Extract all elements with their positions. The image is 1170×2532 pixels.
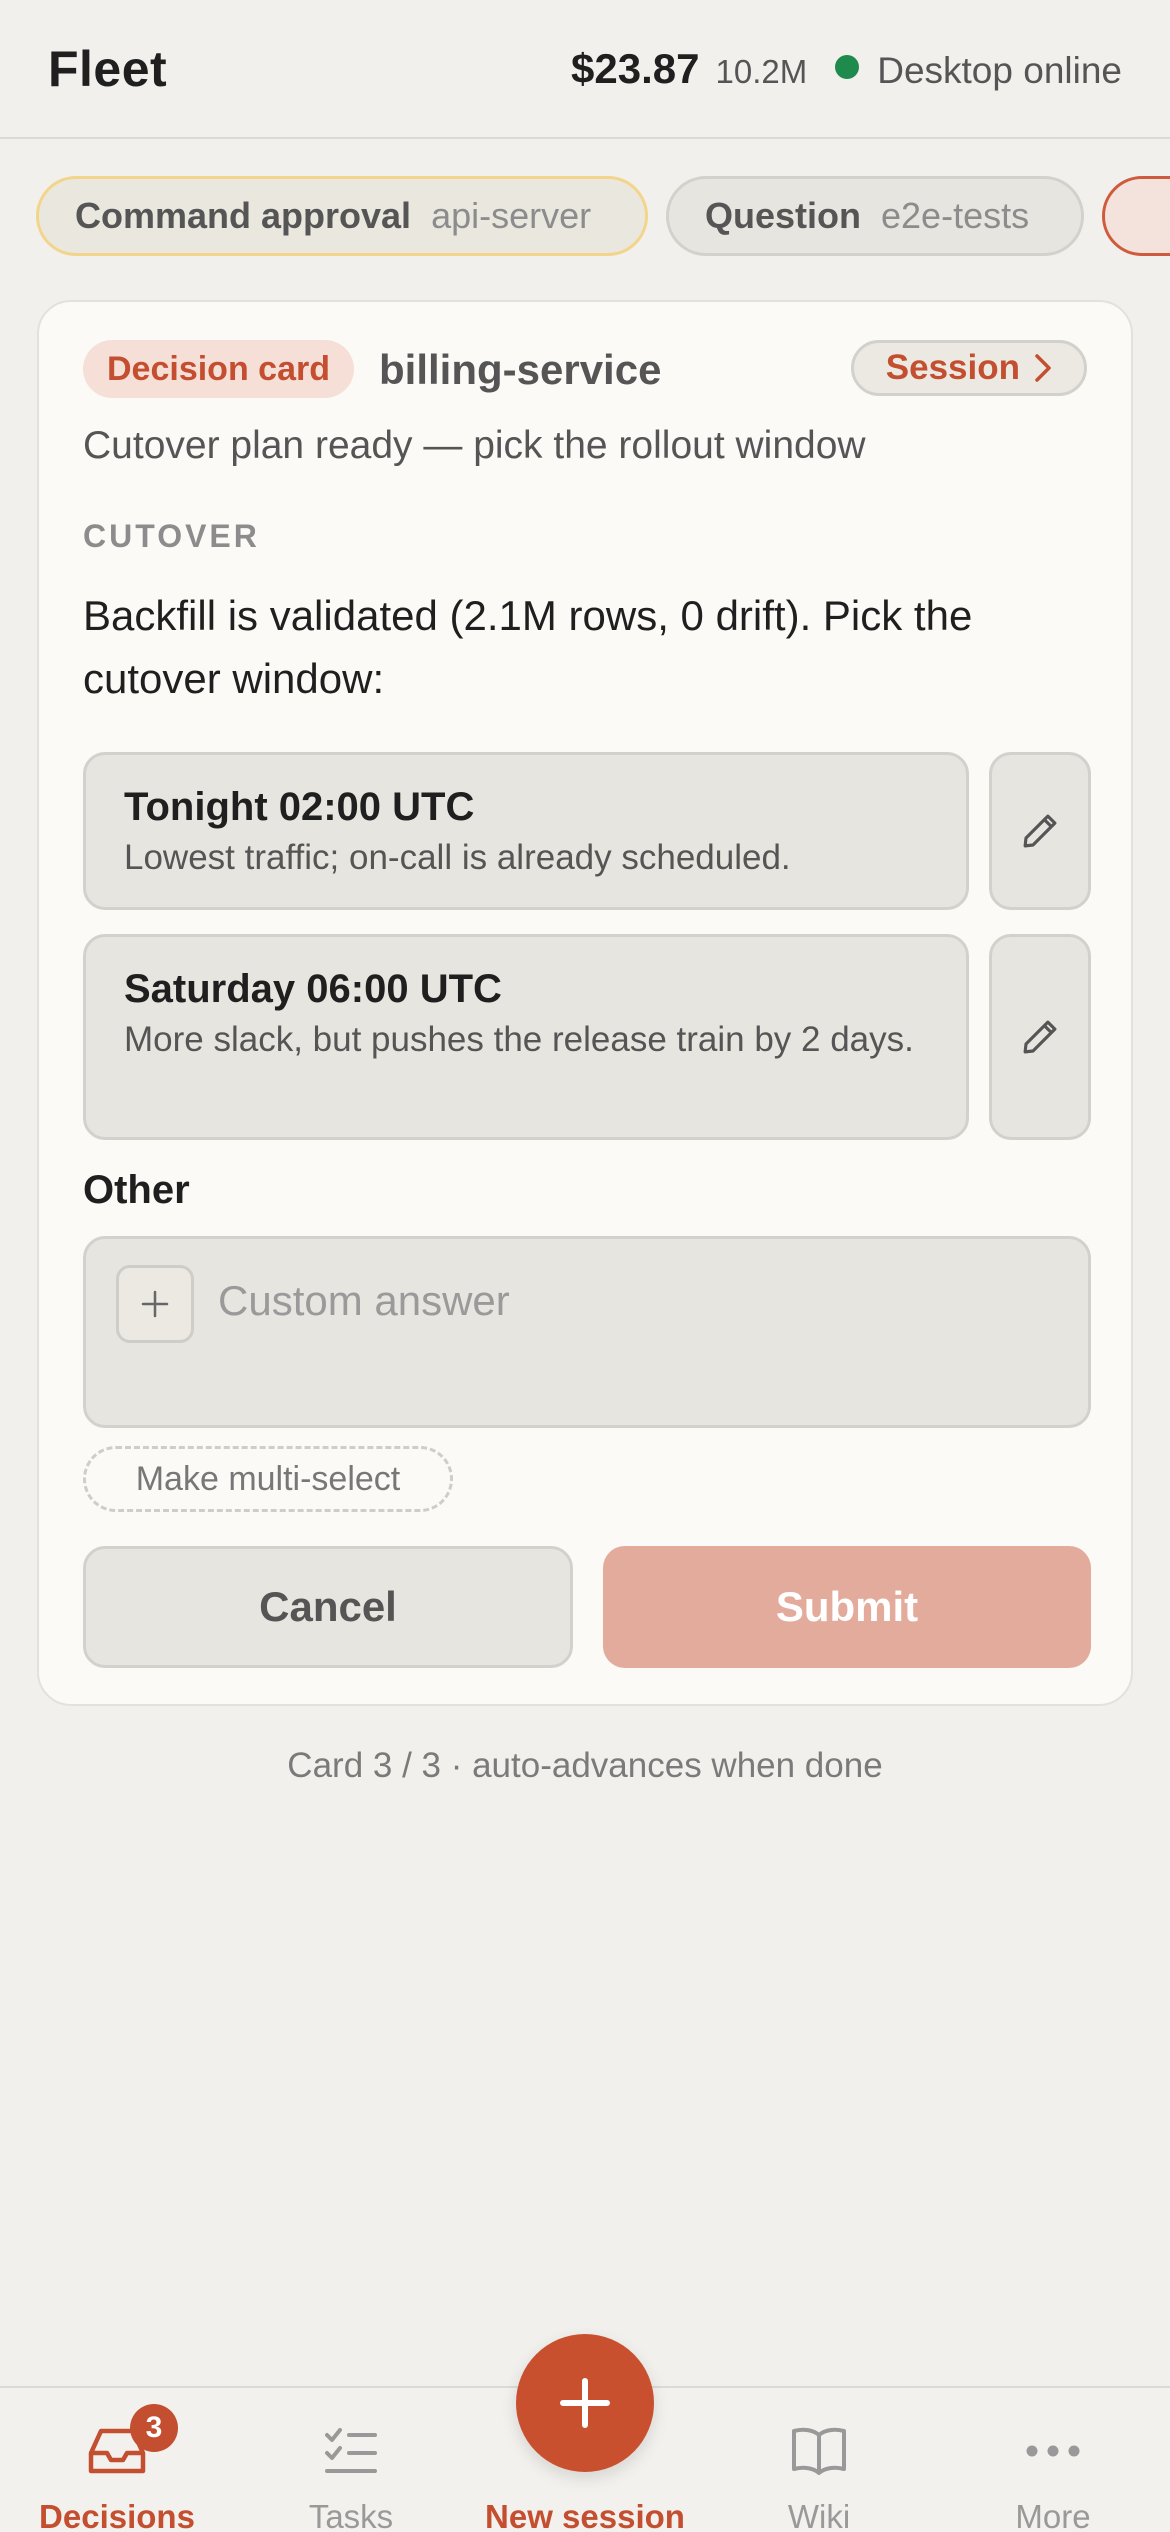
- make-multi-select-button[interactable]: Make multi-select: [83, 1446, 453, 1512]
- queue-chip-current[interactable]: [1102, 176, 1170, 256]
- cost-display: $23.87: [571, 44, 700, 92]
- decisions-badge: 3: [130, 2404, 178, 2452]
- queue-chip-kind: Command approval: [75, 195, 412, 236]
- token-count: 10.2M: [715, 52, 808, 90]
- checklist-icon: [316, 2416, 386, 2486]
- nav-label: Tasks: [308, 2498, 394, 2532]
- session-button[interactable]: Session: [850, 340, 1087, 396]
- nav-more[interactable]: More: [936, 2388, 1170, 2532]
- decision-card-badge: Decision card: [83, 340, 354, 398]
- decision-queue: Command approval api-server Question e2e…: [0, 176, 1170, 256]
- new-session-button[interactable]: [516, 2334, 654, 2472]
- section-label: CUTOVER: [83, 518, 260, 554]
- book-icon: [784, 2416, 854, 2486]
- edit-option-button[interactable]: [989, 934, 1091, 1140]
- option-tonight[interactable]: Tonight 02:00 UTC Lowest traffic; on-cal…: [83, 752, 969, 910]
- session-button-label: Session: [885, 348, 1020, 387]
- custom-answer-field[interactable]: Custom answer: [83, 1236, 1091, 1428]
- chevron-right-icon: [1035, 354, 1051, 382]
- decision-card: Decision card billing-service Session Cu…: [37, 300, 1133, 1706]
- pencil-icon: [1023, 814, 1057, 848]
- queue-chip-target: api-server: [431, 195, 592, 236]
- queue-chip-command-approval[interactable]: Command approval api-server: [36, 176, 648, 256]
- nav-wiki[interactable]: Wiki: [702, 2388, 936, 2532]
- pencil-icon: [1023, 1020, 1057, 1054]
- cancel-button[interactable]: Cancel: [83, 1546, 573, 1668]
- project-name: billing-service: [379, 346, 662, 393]
- queue-chip-kind: Question: [705, 195, 862, 236]
- card-counter: Card 3 / 3 · auto-advances when done: [287, 1746, 883, 1785]
- card-subtitle: Cutover plan ready — pick the rollout wi…: [83, 424, 866, 467]
- option-description: More slack, but pushes the release train…: [124, 1020, 914, 1059]
- plus-icon: [116, 1265, 194, 1343]
- option-title: Saturday 06:00 UTC: [124, 967, 502, 1011]
- edit-option-button[interactable]: [989, 752, 1091, 910]
- queue-chip-question[interactable]: Question e2e-tests: [666, 176, 1084, 256]
- option-description: Lowest traffic; on-call is already sched…: [124, 838, 791, 877]
- submit-button[interactable]: Submit: [603, 1546, 1091, 1668]
- nav-label: More: [1015, 2498, 1091, 2532]
- plus-icon: [560, 2378, 610, 2428]
- custom-answer-placeholder: Custom answer: [218, 1277, 510, 1324]
- option-saturday[interactable]: Saturday 06:00 UTC More slack, but pushe…: [83, 934, 969, 1140]
- more-dots-icon: [1018, 2416, 1088, 2486]
- queue-chip-target: e2e-tests: [881, 195, 1030, 236]
- app-header: Fleet $23.87 10.2M Desktop online: [0, 0, 1170, 139]
- connection-status-label: Desktop online: [877, 49, 1122, 91]
- question-text: Backfill is validated (2.1M rows, 0 drif…: [83, 592, 973, 702]
- status-dot-icon: [835, 54, 860, 79]
- other-label: Other: [83, 1168, 190, 1212]
- connection-status: Desktop online: [835, 50, 1122, 92]
- app-title: Fleet: [48, 40, 168, 97]
- header-stats: $23.87 10.2M Desktop online: [571, 45, 1122, 93]
- nav-label: Wiki: [787, 2498, 851, 2532]
- option-title: Tonight 02:00 UTC: [124, 785, 475, 829]
- nav-decisions[interactable]: 3 Decisions: [0, 2388, 234, 2532]
- nav-label: Decisions: [39, 2498, 195, 2532]
- nav-label: New session: [485, 2498, 685, 2532]
- nav-tasks[interactable]: Tasks: [234, 2388, 468, 2532]
